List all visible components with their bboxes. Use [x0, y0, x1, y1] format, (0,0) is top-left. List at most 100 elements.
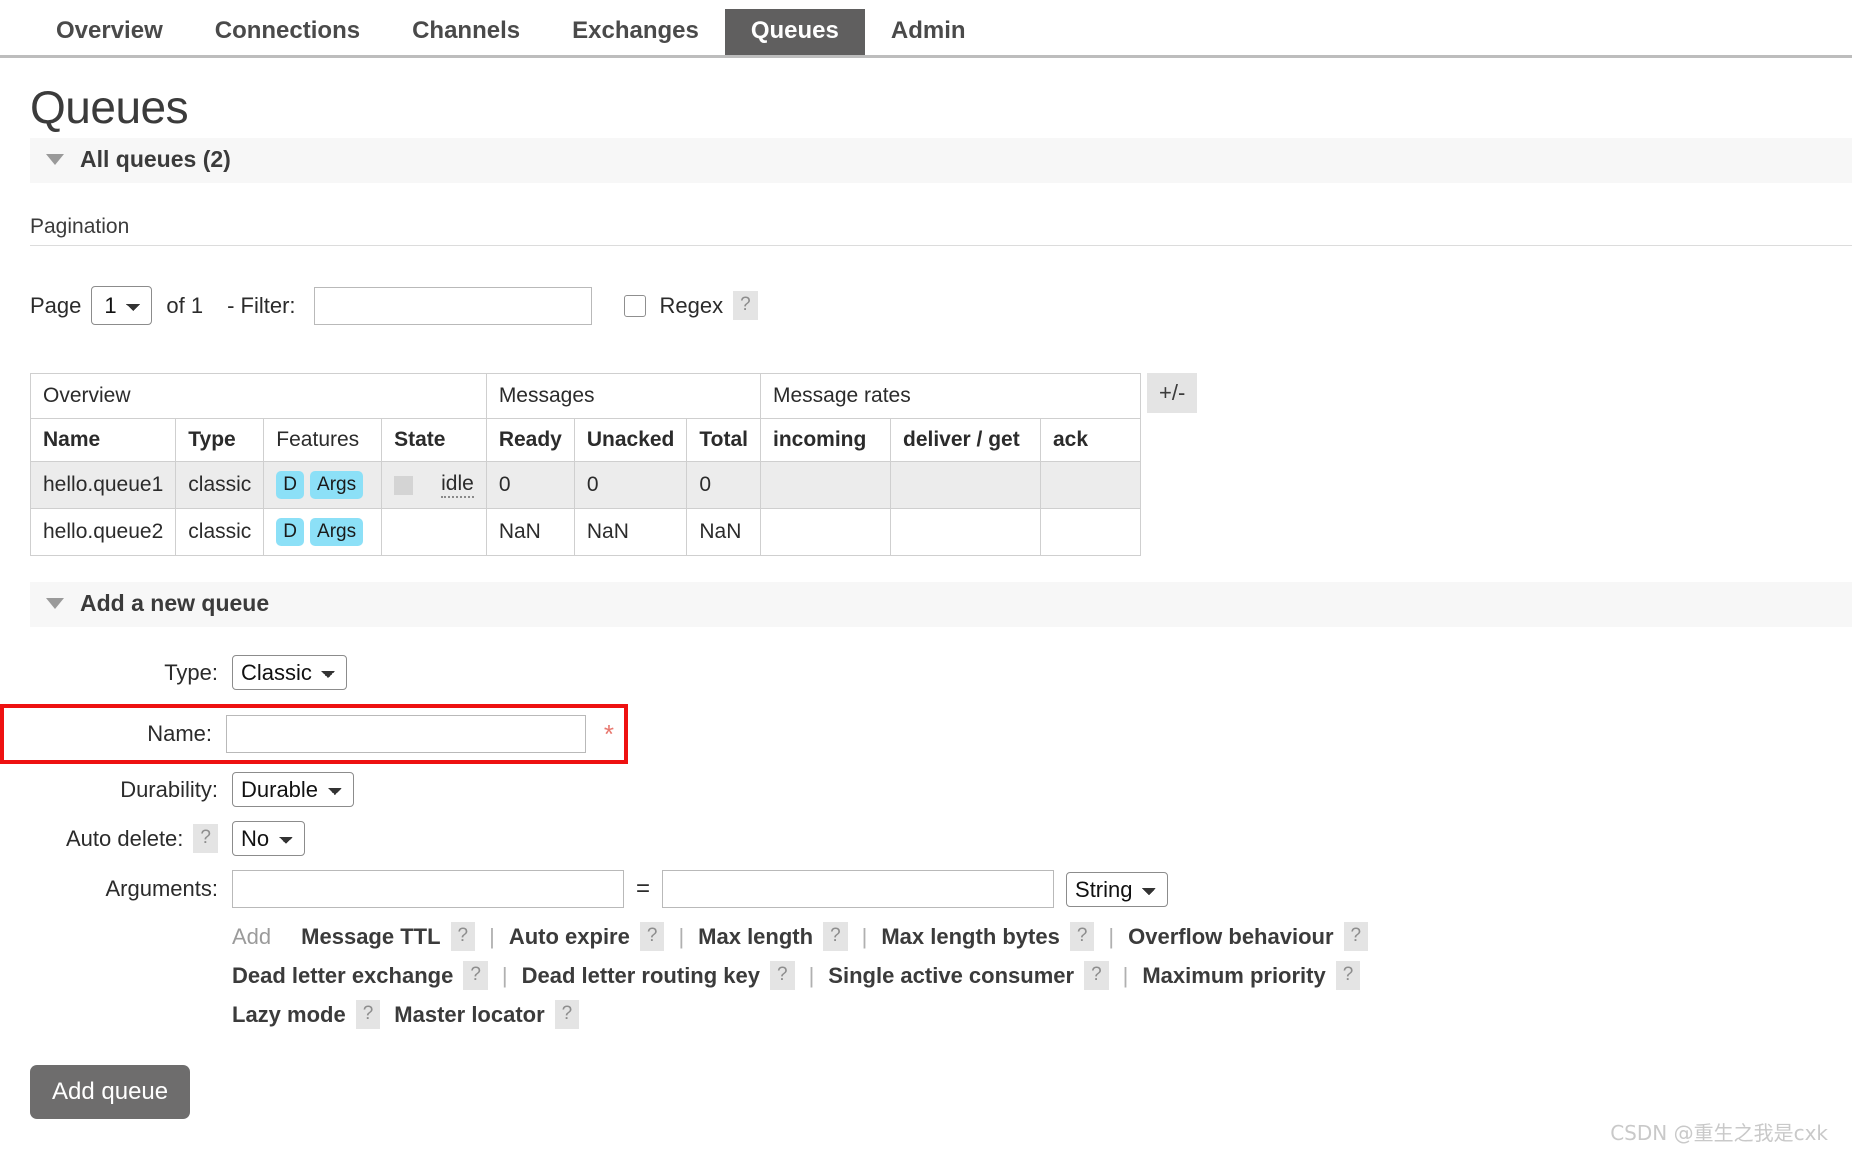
column-header-unacked[interactable]: Unacked — [573, 418, 688, 462]
rate-deliver-get — [890, 508, 1041, 556]
column-header-features: Features — [263, 418, 383, 462]
filter-label: - Filter: — [227, 292, 296, 318]
queues-table: Overview Messages Message rates Name Typ… — [29, 373, 1141, 556]
nav-tab-queues[interactable]: Queues — [724, 9, 865, 55]
queues-table-wrapper: Overview Messages Message rates Name Typ… — [29, 373, 1852, 556]
page-select[interactable]: 1 — [91, 286, 153, 325]
preset-max-length[interactable]: Max length — [698, 924, 813, 950]
preset-help-icon[interactable]: ? — [554, 1000, 580, 1029]
preset-dead-letter-routing-key[interactable]: Dead letter routing key — [522, 963, 760, 989]
pagination-controls: Page 1 of 1 - Filter: Regex ? — [30, 286, 1852, 325]
rate-incoming — [760, 461, 891, 509]
preset-help-icon[interactable]: ? — [1335, 961, 1361, 990]
preset-single-active-consumer[interactable]: Single active consumer — [828, 963, 1074, 989]
filter-input[interactable] — [313, 286, 592, 325]
queue-state — [381, 508, 487, 556]
argument-value-input[interactable] — [662, 870, 1055, 908]
type-label: Type: — [164, 659, 218, 685]
preset-help-icon[interactable]: ? — [450, 922, 476, 951]
preset-master-locator[interactable]: Master locator — [394, 1002, 544, 1028]
preset-maximum-priority[interactable]: Maximum priority — [1142, 963, 1325, 989]
messages-unacked: NaN — [573, 508, 688, 556]
queue-name-link[interactable]: hello.queue1 — [29, 461, 177, 509]
form-row-arguments: Arguments: = String — [0, 870, 1852, 908]
preset-row-1: Add Message TTL ? | Auto expire ? | Max … — [232, 922, 1852, 951]
state-text: idle — [441, 472, 474, 498]
add-word-label: Add — [232, 923, 272, 949]
preset-help-icon[interactable]: ? — [1069, 922, 1095, 951]
nav-tab-overview[interactable]: Overview — [30, 9, 189, 55]
preset-lazy-mode[interactable]: Lazy mode — [232, 1002, 346, 1028]
rate-deliver-get — [890, 461, 1041, 509]
argument-type-select[interactable]: String — [1066, 871, 1169, 907]
group-header-overview: Overview — [30, 373, 487, 419]
feature-badge-args[interactable]: Args — [310, 471, 364, 499]
nav-tab-exchanges[interactable]: Exchanges — [546, 9, 725, 55]
preset-separator: | — [678, 923, 685, 949]
preset-separator: | — [808, 962, 815, 988]
add-queue-button[interactable]: Add queue — [30, 1065, 191, 1119]
preset-help-icon[interactable]: ? — [823, 922, 848, 951]
name-label: Name: — [147, 721, 212, 746]
page-word-label: Page — [30, 292, 82, 318]
preset-help-icon[interactable]: ? — [639, 922, 665, 951]
preset-dead-letter-exchange[interactable]: Dead letter exchange — [232, 963, 453, 989]
column-header-incoming[interactable]: incoming — [760, 418, 891, 462]
preset-separator: | — [501, 962, 508, 988]
queue-name-link[interactable]: hello.queue2 — [29, 508, 177, 556]
queue-state: idle — [381, 461, 487, 509]
nav-tab-admin[interactable]: Admin — [865, 9, 992, 55]
add-queue-section-label: Add a new queue — [80, 590, 270, 616]
column-header-total[interactable]: Total — [686, 418, 761, 462]
form-row-type: Type: Classic — [0, 655, 1852, 690]
equals-sign: = — [636, 875, 651, 902]
preset-message-ttl[interactable]: Message TTL — [301, 924, 440, 950]
preset-help-icon[interactable]: ? — [770, 961, 795, 990]
name-input[interactable] — [226, 715, 586, 753]
argument-presets: Add Message TTL ? | Auto expire ? | Max … — [232, 922, 1852, 1029]
regex-help-icon[interactable]: ? — [733, 291, 758, 320]
page-total-label: of 1 — [166, 292, 204, 318]
caret-down-icon — [46, 598, 64, 609]
name-field-highlight: Name: * — [0, 704, 628, 764]
column-header-ack[interactable]: ack — [1040, 418, 1141, 462]
add-queue-section-header[interactable]: Add a new queue — [30, 582, 1852, 627]
preset-row-2: Dead letter exchange ? | Dead letter rou… — [232, 961, 1852, 990]
preset-auto-expire[interactable]: Auto expire — [509, 924, 630, 950]
nav-tab-connections[interactable]: Connections — [189, 9, 386, 55]
queue-type: classic — [175, 461, 265, 509]
preset-help-icon[interactable]: ? — [1084, 961, 1109, 990]
rate-incoming — [760, 508, 891, 556]
caret-down-icon — [46, 154, 64, 165]
preset-overflow-behaviour[interactable]: Overflow behaviour — [1128, 924, 1333, 950]
preset-help-icon[interactable]: ? — [463, 961, 488, 990]
column-header-name[interactable]: Name — [29, 418, 177, 462]
durability-label: Durability: — [120, 776, 218, 802]
preset-max-length-bytes[interactable]: Max length bytes — [881, 924, 1059, 950]
nav-tab-channels[interactable]: Channels — [386, 9, 546, 55]
feature-badge-durable[interactable]: D — [276, 518, 305, 546]
arguments-label: Arguments: — [105, 876, 219, 901]
messages-ready: NaN — [485, 508, 575, 556]
regex-checkbox[interactable] — [623, 294, 646, 317]
auto-delete-help-icon[interactable]: ? — [193, 824, 218, 853]
argument-key-input[interactable] — [232, 870, 624, 908]
preset-help-icon[interactable]: ? — [355, 1000, 381, 1029]
toggle-columns-button[interactable]: +/- — [1147, 373, 1198, 414]
queue-features: D Args — [263, 461, 383, 509]
all-queues-section-header[interactable]: All queues (2) — [30, 138, 1852, 183]
auto-delete-label-group: Auto delete: ? — [0, 824, 232, 853]
column-header-type[interactable]: Type — [175, 418, 265, 462]
state-indicator-icon — [394, 475, 414, 495]
feature-badge-durable[interactable]: D — [276, 471, 305, 499]
column-header-deliver-get[interactable]: deliver / get — [890, 418, 1041, 462]
watermark: CSDN @重生之我是cxk — [1610, 1121, 1828, 1145]
type-select[interactable]: Classic — [232, 655, 347, 690]
preset-help-icon[interactable]: ? — [1343, 922, 1369, 951]
column-header-ready[interactable]: Ready — [485, 418, 575, 462]
durability-select[interactable]: Durable — [232, 772, 354, 807]
auto-delete-select[interactable]: No — [232, 821, 305, 856]
column-header-state[interactable]: State — [381, 418, 487, 462]
feature-badge-args[interactable]: Args — [310, 518, 364, 546]
preset-separator: | — [861, 923, 868, 949]
